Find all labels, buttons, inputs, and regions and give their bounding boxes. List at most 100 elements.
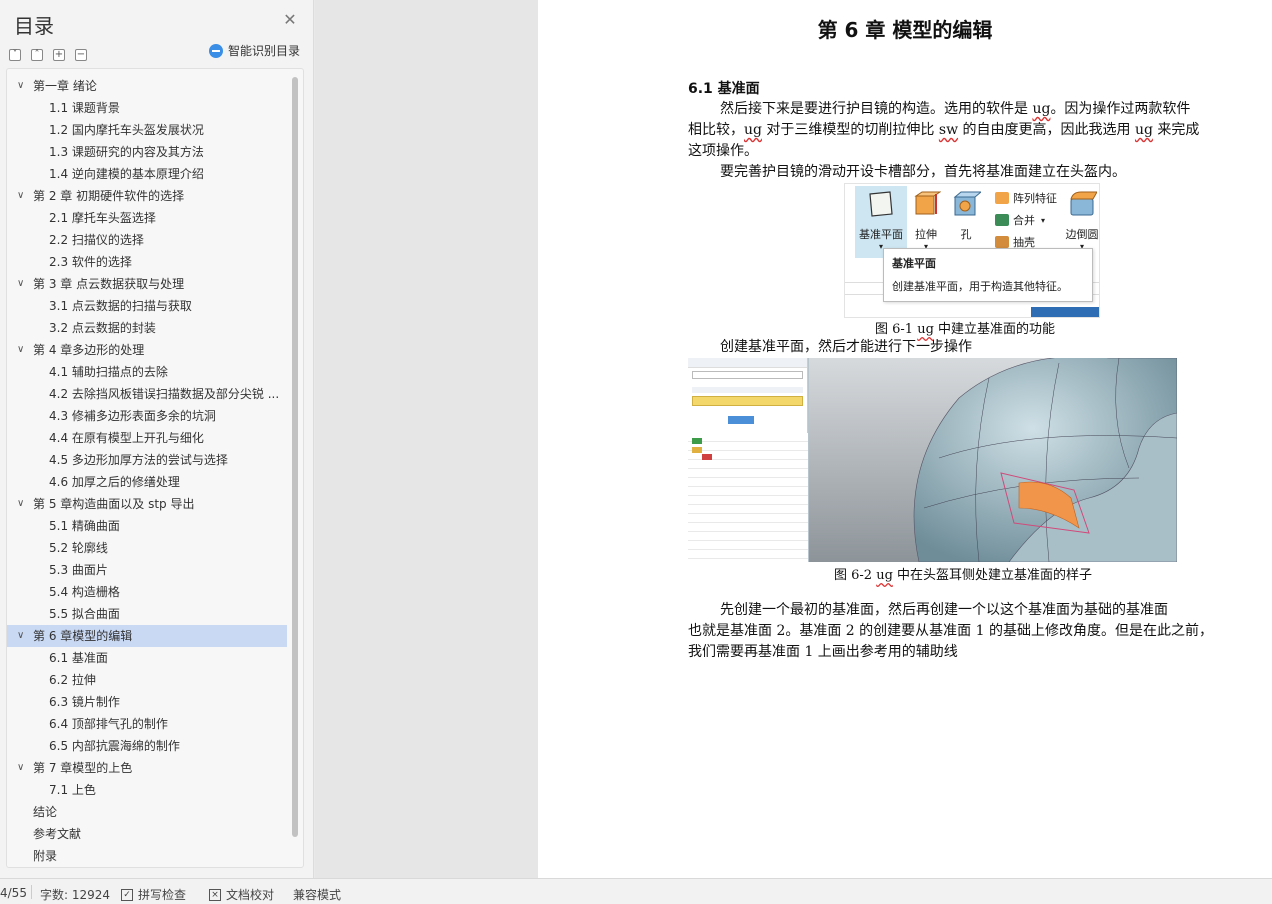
toc-section-item[interactable]: 3.1 点云数据的扫描与获取	[7, 295, 287, 317]
toc-section-item[interactable]: 4.5 多边形加厚方法的尝试与选择	[7, 449, 287, 471]
chevron-down-icon[interactable]: ∨	[17, 75, 24, 97]
toc-chapter-item[interactable]: ∨ 第 7 章模型的上色	[7, 757, 287, 779]
toc-item-label: 6.3 镜片制作	[49, 695, 120, 709]
collapse-all-icon[interactable]: ˅	[9, 49, 21, 61]
toc-item-label: 第 2 章 初期硬件软件的选择	[33, 189, 185, 203]
figure2-caption: 图 6-2 ug 中在头盔耳侧处建立基准面的样子	[834, 564, 1092, 583]
toc-section-item[interactable]: 1.3 课题研究的内容及其方法	[7, 141, 287, 163]
chapter-title: 第 6 章 模型的编辑	[817, 18, 993, 42]
compat-mode: 兼容模式	[293, 888, 342, 902]
toc-section-item[interactable]: 4.2 去除挡风板错误扫描数据及部分尖锐 ...	[7, 383, 287, 405]
toc-section-item[interactable]: 5.1 精确曲面	[7, 515, 287, 537]
toc-chapter-item[interactable]: 附录	[7, 845, 287, 867]
toc-chapter-item[interactable]: ∨ 第 3 章 点云数据获取与处理	[7, 273, 287, 295]
para1-text-c: 相比较，	[688, 122, 744, 138]
expand-level-icon[interactable]: ˄	[31, 49, 43, 61]
caption-text: 中建立基准面的功能	[933, 322, 1056, 337]
toc-scrollbar[interactable]	[292, 77, 298, 837]
tooltip-title: 基准平面	[892, 257, 936, 270]
toc-item-label: 3.2 点云数据的封装	[49, 321, 156, 335]
toc-section-item[interactable]: 6.4 顶部排气孔的制作	[7, 713, 287, 735]
toc-section-item[interactable]: 6.3 镜片制作	[7, 691, 287, 713]
close-icon[interactable]: ✕	[282, 12, 298, 28]
smart-toc-button[interactable]: 智能识别目录	[209, 42, 300, 59]
spell-flag-ug: ug	[1032, 101, 1051, 117]
para1-text-f: 来完成	[1152, 122, 1200, 138]
minus-icon[interactable]: −	[75, 49, 87, 61]
toc-section-item[interactable]: 5.4 构造栅格	[7, 581, 287, 603]
toc-section-item[interactable]: 2.2 扫描仪的选择	[7, 229, 287, 251]
toc-item-label: 第一章 绪论	[33, 79, 97, 93]
toc-section-item[interactable]: 2.3 软件的选择	[7, 251, 287, 273]
section-heading: 6.1 基准面	[688, 81, 760, 97]
toc-section-item[interactable]: 1.4 逆向建模的基本原理介绍	[7, 163, 287, 185]
chevron-down-icon[interactable]: ∨	[17, 757, 24, 779]
hole-icon	[953, 191, 983, 216]
add-icon[interactable]: +	[53, 49, 65, 61]
spell-check-button[interactable]: ✓ 拼写检查	[121, 886, 186, 903]
toc-chapter-item[interactable]: ∨ 第一章 绪论	[7, 75, 287, 97]
tooltip: 基准平面 创建基准平面，用于构造其他特征。	[883, 248, 1093, 302]
toc-section-item[interactable]: 5.5 拟合曲面	[7, 603, 287, 625]
toc-section-item[interactable]: 5.2 轮廓线	[7, 537, 287, 559]
toc-chapter-item[interactable]: ∨ 第 5 章构造曲面以及 stp 导出	[7, 493, 287, 515]
chevron-down-icon[interactable]: ∨	[17, 493, 24, 515]
toc-item-label: 2.2 扫描仪的选择	[49, 233, 144, 247]
word-count[interactable]: 字数: 12924	[40, 886, 110, 903]
toc-section-item[interactable]: 6.5 内部抗震海绵的制作	[7, 735, 287, 757]
toc-item-label: 4.4 在原有模型上开孔与细化	[49, 431, 204, 445]
figure1-caption: 图 6-1 ug 中建立基准面的功能	[875, 318, 1055, 337]
toc-item-label: 6.1 基准面	[49, 651, 108, 665]
toc-chapter-item[interactable]: 结论	[7, 801, 287, 823]
paragraph-2: 要完善护目镜的滑动开设卡槽部分，首先将基准面建立在头盔内。	[720, 164, 1126, 180]
toc-section-item[interactable]: 4.4 在原有模型上开孔与细化	[7, 427, 287, 449]
toc-item-label: 2.1 摩托车头盔选择	[49, 211, 156, 225]
page-indicator[interactable]: 4/55	[0, 886, 27, 900]
toc-section-item[interactable]: 4.6 加厚之后的修缮处理	[7, 471, 287, 493]
toc-section-item[interactable]: 6.2 拉伸	[7, 669, 287, 691]
edge-blend-icon	[1070, 191, 1098, 216]
toc-item-label: 5.1 精确曲面	[49, 519, 120, 533]
toc-item-label: 5.3 曲面片	[49, 563, 108, 577]
toc-section-item[interactable]: 2.1 摩托车头盔选择	[7, 207, 287, 229]
toc-chapter-item[interactable]: ∨ 第 2 章 初期硬件软件的选择	[7, 185, 287, 207]
toc-item-label: 5.5 拟合曲面	[49, 607, 120, 621]
toc-list: ∨ 第一章 绪论 1.1 课题背景 1.2 国内摩托车头盔发展状况 1.3 课题研究的内…	[7, 75, 287, 867]
toc-item-label: 5.4 构造栅格	[49, 585, 120, 599]
chevron-down-icon[interactable]: ∨	[17, 339, 24, 361]
doc-proof-button[interactable]: × 文档校对	[209, 886, 274, 903]
toc-item-label: 5.2 轮廓线	[49, 541, 108, 555]
toc-item-label: 第 3 章 点云数据获取与处理	[33, 277, 185, 291]
toc-section-item[interactable]: 6.1 基准面	[7, 647, 287, 669]
toc-section-item[interactable]: 3.2 点云数据的封装	[7, 317, 287, 339]
toc-item-label: 1.3 课题研究的内容及其方法	[49, 145, 204, 159]
toc-section-item[interactable]: 1.2 国内摩托车头盔发展状况	[7, 119, 287, 141]
toc-section-item[interactable]: 1.1 课题背景	[7, 97, 287, 119]
para1-text-a: 然后接下来是要进行护目镜的构造。选用的软件是	[720, 101, 1033, 117]
toc-chapter-item[interactable]: ∨ 第 4 章多边形的处理	[7, 339, 287, 361]
toc-section-item[interactable]: 7.1 上色	[7, 779, 287, 801]
caption-text: 图 6-1	[875, 322, 918, 337]
chevron-down-icon[interactable]: ∨	[17, 185, 24, 207]
toc-item-label: 1.4 逆向建模的基本原理介绍	[49, 167, 204, 181]
pattern-icon	[995, 192, 1009, 204]
extrude-label: 拉伸	[915, 228, 937, 241]
chevron-down-icon[interactable]: ∨	[17, 625, 24, 647]
toc-section-item[interactable]: 4.3 修補多边形表面多余的坑洞	[7, 405, 287, 427]
smart-toc-label: 智能识别目录	[228, 44, 301, 58]
shell-icon	[995, 236, 1009, 248]
toc-section-item[interactable]: 5.3 曲面片	[7, 559, 287, 581]
chevron-down-icon[interactable]: ∨	[17, 273, 24, 295]
spell-flag-ug: ug	[1134, 122, 1153, 138]
check-icon: ✓	[121, 888, 133, 901]
document-page[interactable]: 第 6 章 模型的编辑 6.1 基准面 然后接下来是要进行护目镜的构造。选用的软…	[538, 0, 1272, 878]
toc-item-label: 结论	[33, 805, 58, 819]
toc-section-item[interactable]: 4.1 辅助扫描点的去除	[7, 361, 287, 383]
cad-dialog-panel	[688, 358, 808, 562]
toc-chapter-item[interactable]: 参考文献	[7, 823, 287, 845]
toc-chapter-item[interactable]: ∨ 第 6 章模型的编辑	[7, 625, 287, 647]
datum-plane-label: 基准平面	[859, 228, 903, 241]
proof-icon: ×	[209, 888, 221, 901]
toc-toolbar: ˅ ˄ + −	[9, 42, 97, 61]
toc-item-label: 第 5 章构造曲面以及 stp 导出	[33, 497, 195, 511]
